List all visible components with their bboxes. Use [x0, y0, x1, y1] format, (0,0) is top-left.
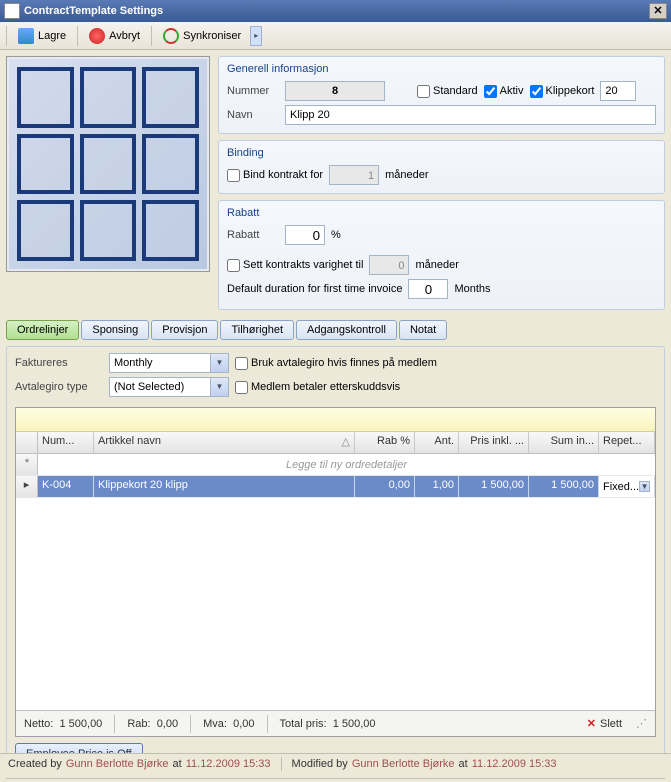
template-image[interactable] [6, 56, 210, 272]
bind-months-suffix: måneder [385, 169, 428, 181]
col-ant[interactable]: Ant. [415, 432, 459, 453]
tab-adgangskontroll[interactable]: Adgangskontroll [296, 320, 397, 340]
new-row[interactable]: * Legge til ny ordredetaljer [16, 454, 655, 476]
default-duration-suffix: Months [454, 283, 490, 295]
number-field: 8 [285, 81, 385, 101]
general-title: Generell informasjon [227, 63, 656, 75]
chevron-down-icon: ▼ [210, 354, 228, 372]
grid-header: Num... Artikkel navn △ Rab % Ant. Pris i… [16, 432, 655, 454]
set-duration-value: 0 [369, 255, 409, 275]
modified-at: 11.12.2009 15:33 [472, 758, 557, 770]
default-duration-value[interactable] [408, 279, 448, 299]
default-duration-label: Default duration for first time invoice [227, 283, 402, 295]
bind-months: 1 [329, 165, 379, 185]
tab-ordrelinjer[interactable]: Ordrelinjer [6, 320, 79, 340]
number-label: Nummer [227, 85, 279, 97]
created-at: 11.12.2009 15:33 [186, 758, 271, 770]
titlebar: ContractTemplate Settings ✕ [0, 0, 671, 22]
tabstrip: OrdrelinjerSponsingProvisjonTilhørighetA… [6, 320, 665, 340]
col-rab[interactable]: Rab % [355, 432, 415, 453]
set-duration-suffix: måneder [415, 259, 458, 271]
tab-tilhørighet[interactable]: Tilhørighet [220, 320, 294, 340]
col-num[interactable]: Num... [38, 432, 94, 453]
rabatt-value[interactable] [285, 225, 325, 245]
tab-notat[interactable]: Notat [399, 320, 447, 340]
tab-sponsing[interactable]: Sponsing [81, 320, 149, 340]
grid-footer: Netto: 1 500,00 Rab: 0,00 Mva: 0,00 Tota… [16, 710, 655, 736]
modified-by: Gunn Berlotte Bjørke [352, 758, 455, 770]
avtalegiro-type-combo[interactable]: (Not Selected)▼ [109, 377, 229, 397]
sync-button[interactable]: Synkroniser [156, 25, 248, 47]
col-name[interactable]: Artikkel navn △ [94, 432, 355, 453]
col-pris[interactable]: Pris inkl. ... [459, 432, 529, 453]
bind-checkbox[interactable]: Bind kontrakt for [227, 169, 323, 182]
toolbar: Lagre Avbryt Synkroniser ▸ [0, 22, 671, 50]
chevron-down-icon: ▼ [210, 378, 228, 396]
klippekort-checkbox[interactable]: Klippekort [530, 85, 595, 98]
name-label: Navn [227, 109, 279, 121]
sync-icon [163, 28, 179, 44]
close-button[interactable]: ✕ [649, 3, 667, 19]
order-lines-grid: Num... Artikkel navn △ Rab % Ant. Pris i… [15, 407, 656, 737]
delete-icon: ✕ [587, 717, 596, 730]
col-sum[interactable]: Sum in... [529, 432, 599, 453]
faktureres-label: Faktureres [15, 357, 103, 369]
general-group: Generell informasjon Nummer 8 Standard A… [218, 56, 665, 134]
created-by: Gunn Berlotte Bjørke [66, 758, 169, 770]
save-button[interactable]: Lagre [11, 25, 73, 47]
save-icon [18, 28, 34, 44]
cancel-button[interactable]: Avbryt [82, 25, 147, 47]
window-title: ContractTemplate Settings [24, 5, 649, 17]
rabatt-title: Rabatt [227, 207, 656, 219]
repeat-combo[interactable]: Fixed...▼ [599, 476, 655, 497]
rabatt-group: Rabatt Rabatt % Sett kontrakts varighet … [218, 200, 665, 310]
resize-grip[interactable]: ⋰ [636, 717, 647, 730]
set-duration-checkbox[interactable]: Sett kontrakts varighet til [227, 259, 363, 272]
standard-checkbox[interactable]: Standard [417, 85, 478, 98]
window-icon [4, 3, 20, 19]
col-rep[interactable]: Repet... [599, 432, 655, 453]
tab-provisjon[interactable]: Provisjon [151, 320, 218, 340]
binding-title: Binding [227, 147, 656, 159]
cancel-icon [89, 28, 105, 44]
faktureres-combo[interactable]: Monthly▼ [109, 353, 229, 373]
rabatt-label: Rabatt [227, 229, 279, 241]
avtalegiro-type-label: Avtalegiro type [15, 381, 103, 393]
table-row[interactable]: ▸ K-004 Klippekort 20 klipp 0,00 1,00 1 … [16, 476, 655, 498]
klippekort-value[interactable] [600, 81, 636, 101]
binding-group: Binding Bind kontrakt for 1 måneder [218, 140, 665, 194]
statusbar: Created by Gunn Berlotte Bjørke at 11.12… [0, 753, 671, 773]
delete-button[interactable]: ✕Slett [587, 717, 622, 730]
etterskudd-checkbox[interactable]: Medlem betaler etterskuddsvis [235, 381, 400, 394]
rabatt-suffix: % [331, 229, 341, 241]
grid-group-panel [16, 408, 655, 432]
name-field[interactable] [285, 105, 656, 125]
use-avtalegiro-checkbox[interactable]: Bruk avtalegiro hvis finnes på medlem [235, 357, 437, 370]
active-checkbox[interactable]: Aktiv [484, 85, 524, 98]
toolbar-overflow[interactable]: ▸ [250, 26, 262, 46]
ordrelinjer-panel: Faktureres Monthly▼ Bruk avtalegiro hvis… [6, 346, 665, 772]
